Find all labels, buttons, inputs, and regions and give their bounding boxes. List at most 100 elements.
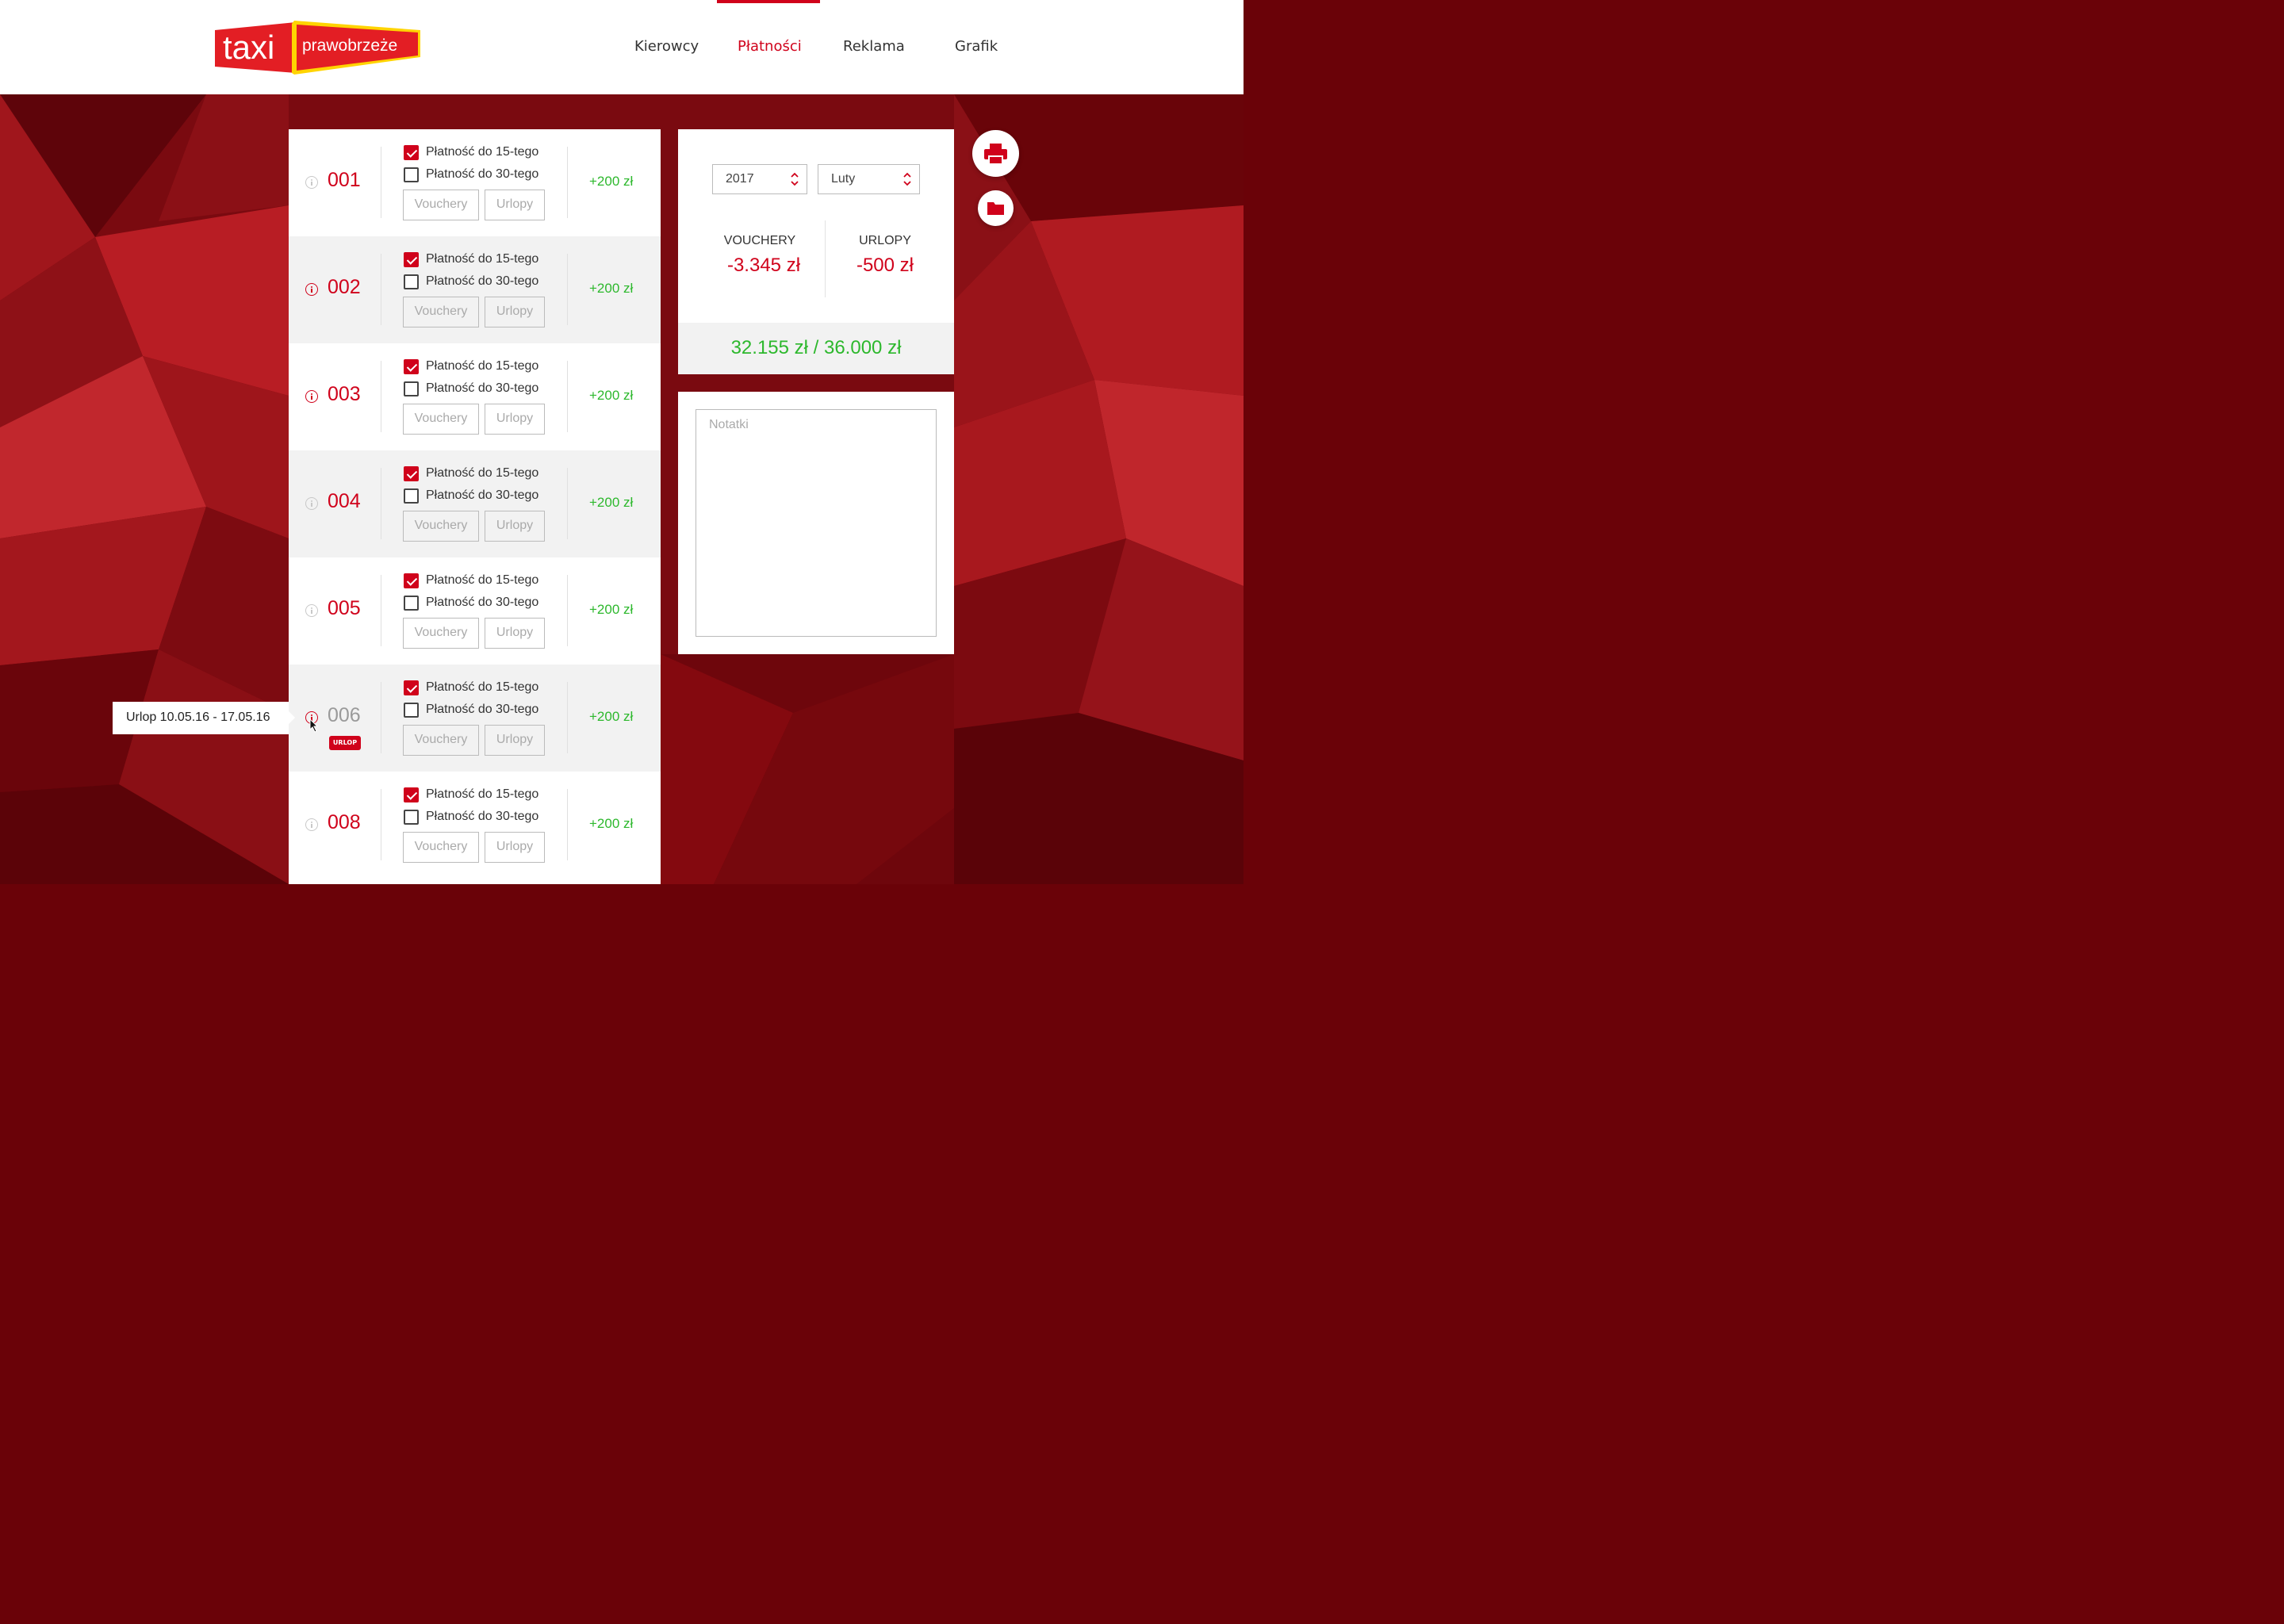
checkbox-payment-15[interactable] [404,145,419,160]
leave-button[interactable]: Urlopy [485,832,545,863]
spinner-arrows-icon [791,172,799,186]
table-row: 005 Płatność do 15-tego Płatność do 30-t… [289,557,661,665]
payment-amount: +200 zł [589,495,634,510]
vouchers-button[interactable]: Vouchery [403,832,479,863]
folder-button[interactable] [978,190,1014,226]
payment-amount: +200 zł [589,174,634,189]
table-row: 002 Płatność do 15-tego Płatność do 30-t… [289,236,661,343]
checkbox-label: Płatność do 30-tego [426,381,539,395]
vouchers-button[interactable]: Vouchery [403,297,479,327]
leave-button[interactable]: Urlopy [485,511,545,542]
nav-reklama[interactable]: Reklama [843,38,905,55]
checkbox-label: Płatność do 30-tego [426,596,539,609]
checkbox-label: Płatność do 15-tego [426,680,539,694]
vouchers-button[interactable]: Vouchery [403,190,479,220]
nav-grafik[interactable]: Grafik [955,38,998,55]
checkbox-payment-15[interactable] [404,359,419,374]
payment-amount: +200 zł [589,709,634,724]
info-icon[interactable] [305,818,318,831]
checkbox-payment-15[interactable] [404,680,419,695]
checkbox-label: Płatność do 30-tego [426,167,539,181]
checkbox-label: Płatność do 30-tego [426,274,539,288]
summary-panel: 2017 Luty VOUCHERY -3.345 zł URLOPY -500… [678,129,954,374]
driver-payment-list: 001 Płatność do 15-tego Płatność do 30-t… [289,129,661,884]
info-icon[interactable] [305,497,318,510]
driver-number: 001 [328,169,361,191]
vouchers-total-label: VOUCHERY [723,234,796,247]
table-row: 003 Płatność do 15-tego Płatność do 30-t… [289,343,661,450]
checkbox-label: Płatność do 15-tego [426,466,539,480]
driver-number: 004 [328,490,361,512]
divider [567,682,568,753]
nav-platnosci[interactable]: Płatności [738,38,802,55]
vouchers-button[interactable]: Vouchery [403,618,479,649]
checkbox-payment-30[interactable] [404,596,419,611]
driver-number: 008 [328,811,361,833]
checkbox-payment-15[interactable] [404,573,419,588]
notes-textarea[interactable] [696,409,937,637]
leave-tooltip: Urlop 10.05.16 - 17.05.16 [113,702,295,734]
checkbox-payment-30[interactable] [404,381,419,396]
divider [567,361,568,432]
checkbox-payment-30[interactable] [404,810,419,825]
checkbox-label: Płatność do 15-tego [426,573,539,587]
checkbox-payment-15[interactable] [404,787,419,802]
year-value: 2017 [726,172,754,186]
checkbox-label: Płatność do 30-tego [426,810,539,823]
checkbox-payment-30[interactable] [404,274,419,289]
vouchers-button[interactable]: Vouchery [403,404,479,435]
spinner-arrows-icon [903,172,911,186]
info-icon[interactable] [305,176,318,189]
driver-number: 005 [328,597,361,619]
payment-amount: +200 zł [589,281,634,296]
vouchers-total-value: -3.345 zł [726,255,801,276]
checkbox-payment-30[interactable] [404,703,419,718]
divider [567,468,568,539]
leave-badge: URLOP [329,736,361,750]
svg-text:prawobrzeże: prawobrzeże [302,36,397,55]
checkbox-payment-30[interactable] [404,167,419,182]
divider [825,220,826,297]
leave-button[interactable]: Urlopy [485,618,545,649]
top-header: taxi prawobrzeże Kierowcy Płatności Rekl… [0,0,1244,94]
notes-panel [678,392,954,654]
leave-total-label: URLOPY [859,234,911,247]
divider [567,147,568,218]
grand-total: 32.155 zł / 36.000 zł [678,323,954,374]
year-select[interactable]: 2017 [712,164,807,194]
info-icon[interactable] [305,604,318,617]
print-button[interactable] [972,130,1019,177]
payment-amount: +200 zł [589,816,634,831]
driver-number: 006 [328,704,361,726]
checkbox-payment-15[interactable] [404,466,419,481]
vouchers-button[interactable]: Vouchery [403,725,479,756]
nav-kierowcy[interactable]: Kierowcy [634,38,699,55]
leave-button[interactable]: Urlopy [485,297,545,327]
folder-icon [987,202,1004,215]
driver-number: 002 [328,276,361,298]
table-row: 004 Płatność do 15-tego Płatność do 30-t… [289,450,661,557]
checkbox-payment-15[interactable] [404,252,419,267]
mouse-cursor-icon [309,718,319,733]
leave-button[interactable]: Urlopy [485,190,545,220]
divider [567,575,568,646]
checkbox-label: Płatność do 30-tego [426,488,539,502]
checkbox-label: Płatność do 15-tego [426,252,539,266]
divider [567,254,568,325]
leave-button[interactable]: Urlopy [485,725,545,756]
printer-icon [984,144,1007,165]
checkbox-label: Płatność do 15-tego [426,359,539,373]
vouchers-button[interactable]: Vouchery [403,511,479,542]
driver-number: 003 [328,383,361,405]
leave-total-value: -500 zł [856,255,914,276]
checkbox-label: Płatność do 15-tego [426,145,539,159]
payment-amount: +200 zł [589,602,634,617]
leave-button[interactable]: Urlopy [485,404,545,435]
svg-text:taxi: taxi [223,29,274,66]
info-icon[interactable] [305,283,318,296]
month-select[interactable]: Luty [818,164,920,194]
taxi-prawobrzeze-logo[interactable]: taxi prawobrzeże [215,21,421,75]
info-icon[interactable] [305,390,318,403]
divider [567,789,568,860]
checkbox-payment-30[interactable] [404,488,419,504]
